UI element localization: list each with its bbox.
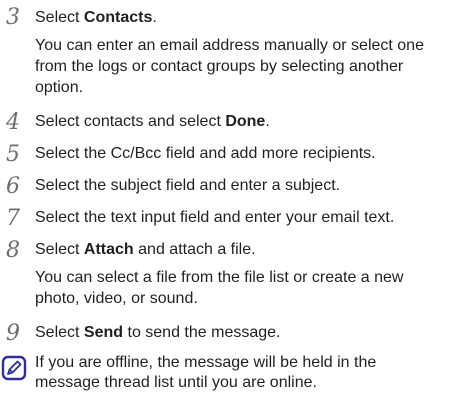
ui-term-done: Done xyxy=(225,113,266,130)
step-instruction: Select the text input field and enter yo… xyxy=(35,209,395,226)
note-text-line: If you are offline, the message will be … xyxy=(35,354,377,371)
step-instruction: Select Send to send the message. xyxy=(35,323,280,343)
step-text: . xyxy=(265,113,270,130)
step-detail-line: from the logs or contact groups by selec… xyxy=(35,58,404,75)
ui-term-send: Send xyxy=(83,324,124,341)
step-text: to send the message. xyxy=(123,324,281,341)
step-detail-line: photo, video, or sound. xyxy=(35,290,198,307)
step-instruction: Select the subject field and enter a sub… xyxy=(35,177,341,194)
step-instruction: Select contacts and select Done. xyxy=(35,112,270,132)
step-detail-line: option. xyxy=(35,79,84,96)
step-text: Select xyxy=(35,9,84,26)
instruction-page: 3 Select Contacts. You can enter an emai… xyxy=(0,0,451,395)
step-instruction: Select Attach and attach a file. xyxy=(35,240,256,260)
note-pencil-icon xyxy=(1,355,27,381)
step-number: 6 xyxy=(6,174,20,199)
step-number: 4 xyxy=(6,110,20,135)
step-number: 8 xyxy=(6,238,20,263)
step-detail-line: You can enter an email address manually … xyxy=(35,37,424,54)
step-number: 5 xyxy=(6,142,20,167)
step-detail-line: You can select a file from the file list… xyxy=(35,269,404,286)
ui-term-contacts: Contacts xyxy=(83,9,153,26)
step-number: 3 xyxy=(6,5,20,30)
step-text: . xyxy=(152,9,157,26)
step-number: 9 xyxy=(6,321,20,346)
step-text: Select xyxy=(35,241,84,258)
step-number: 7 xyxy=(6,206,20,231)
note-text-line: message thread list until you are online… xyxy=(35,374,317,391)
step-text: Select contacts and select xyxy=(35,113,226,130)
step-text: and attach a file. xyxy=(133,241,256,258)
step-instruction: Select the Cc/Bcc field and add more rec… xyxy=(35,145,376,162)
step-instruction: Select Contacts. xyxy=(35,8,157,28)
ui-term-attach: Attach xyxy=(83,241,134,258)
step-text: Select xyxy=(35,324,84,341)
